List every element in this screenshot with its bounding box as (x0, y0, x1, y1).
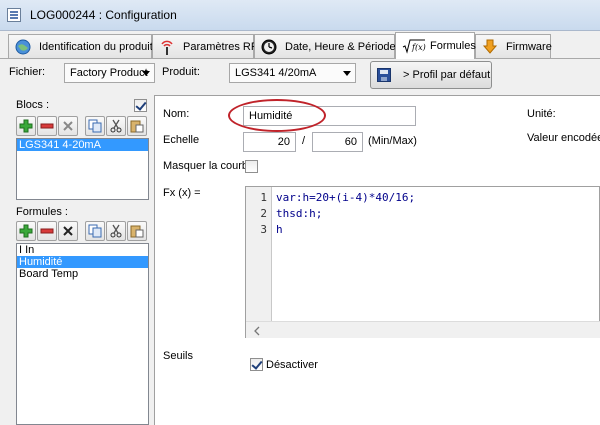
list-item[interactable]: I In (17, 244, 148, 256)
title-bar: LOG000244 : Configuration (0, 0, 600, 31)
plus-icon (19, 224, 33, 238)
hide-curve-checkbox[interactable] (245, 160, 258, 173)
default-profile-button[interactable]: > Profil par défaut (370, 61, 492, 89)
product-select[interactable]: LGS341 4/20mA (229, 63, 356, 83)
blocs-checkbox[interactable] (134, 99, 147, 112)
code-line[interactable]: thsd:h; (276, 207, 322, 220)
paste-bloc-button[interactable] (127, 116, 147, 136)
fx-label: Fx (x) = (163, 187, 201, 199)
code-line[interactable]: var:h=20+(i-4)*40/16; (276, 191, 415, 204)
floppy-disk-icon (377, 68, 391, 82)
horizontal-scrollbar[interactable] (246, 321, 600, 338)
copy-icon (88, 119, 102, 133)
sqrt-fx-icon: f(x) (402, 38, 426, 54)
globe-icon (15, 39, 31, 55)
hide-curve-label: Masquer la courbe (163, 160, 255, 172)
paste-icon (130, 120, 144, 133)
add-formula-button[interactable] (16, 221, 36, 241)
product-select-value: LGS341 4/20mA (235, 67, 317, 79)
copy-bloc-button[interactable] (85, 116, 105, 136)
scale-label: Echelle (163, 134, 200, 146)
tab-identification[interactable]: Identification du produit (8, 34, 153, 58)
tab-divider (0, 58, 600, 59)
window-title: LOG000244 : Configuration (30, 8, 177, 22)
clock-icon (261, 39, 277, 55)
code-line[interactable]: h (276, 223, 283, 236)
blocs-label: Blocs : (16, 99, 50, 111)
default-profile-label: > Profil par défaut (403, 69, 491, 81)
file-label: Fichier: (9, 66, 46, 78)
minus-icon (40, 123, 54, 129)
highlight-ellipse (228, 99, 326, 132)
tab-label: Date, Heure & Périodes (285, 40, 402, 53)
file-select-value: Factory Product (70, 67, 148, 79)
tab-rf-params[interactable]: Paramètres RF (152, 34, 258, 58)
tab-label: Firmware (506, 40, 552, 53)
paste-formula-button[interactable] (127, 221, 147, 241)
disable-thresholds-checkbox[interactable] (250, 358, 263, 371)
disable-label: Désactiver (266, 359, 318, 371)
formula-code-editor[interactable]: 1 2 3 var:h=20+(i-4)*40/16; thsd:h; h (245, 186, 600, 338)
scale-max-input[interactable]: 60 (312, 132, 363, 152)
close-icon (63, 226, 73, 236)
remove-bloc-button[interactable] (37, 116, 57, 136)
copy-formula-button[interactable] (85, 221, 105, 241)
svg-text:f(x): f(x) (411, 43, 426, 52)
paste-icon (130, 225, 144, 238)
scale-separator: / (302, 135, 306, 147)
tab-date-time[interactable]: Date, Heure & Périodes (254, 34, 401, 58)
line-number-gutter: 1 2 3 (246, 187, 272, 321)
line-number: 3 (260, 223, 267, 236)
thresholds-label: Seuils (163, 350, 193, 362)
scissors-icon (110, 224, 122, 238)
tab-formules[interactable]: f(x) Formules (395, 32, 476, 59)
download-arrow-icon (482, 39, 498, 55)
plus-icon (19, 119, 33, 133)
list-item[interactable]: Board Temp (17, 268, 148, 280)
tab-firmware[interactable]: Firmware (475, 34, 552, 58)
encoded-value-label: Valeur encodée (527, 132, 600, 144)
list-item[interactable]: LGS341 4-20mA (17, 139, 148, 151)
antenna-icon (159, 39, 175, 55)
tab-label: Formules (430, 40, 476, 52)
add-bloc-button[interactable] (16, 116, 36, 136)
tab-label: Identification du produit (39, 40, 153, 53)
product-label: Produit: (162, 66, 200, 78)
line-number: 1 (260, 191, 267, 204)
app-window-icon (7, 8, 21, 22)
scissors-icon (110, 119, 122, 133)
tab-label: Paramètres RF (183, 40, 258, 53)
remove-formula-button[interactable] (37, 221, 57, 241)
file-select[interactable]: Factory Product (64, 63, 155, 83)
unit-label: Unité: (527, 108, 556, 120)
close-icon (63, 121, 73, 131)
list-item[interactable]: Humidité (17, 256, 148, 268)
scale-unit-label: (Min/Max) (368, 135, 417, 147)
formules-label: Formules : (16, 206, 68, 218)
chevron-down-icon (343, 71, 351, 76)
cut-bloc-button[interactable] (106, 116, 126, 136)
copy-icon (88, 224, 102, 238)
tab-strip: Identification du produit Paramètres RF … (0, 31, 600, 59)
cut-formula-button[interactable] (106, 221, 126, 241)
minus-icon (40, 228, 54, 234)
scale-min-input[interactable]: 20 (243, 132, 296, 152)
delete-bloc-button[interactable] (58, 116, 78, 136)
scroll-left-icon (254, 326, 260, 336)
name-label: Nom: (163, 108, 190, 120)
chevron-down-icon (142, 71, 150, 76)
line-number: 2 (260, 207, 267, 220)
formules-list[interactable]: I In Humidité Board Temp (16, 243, 149, 425)
delete-formula-button[interactable] (58, 221, 78, 241)
blocs-list[interactable]: LGS341 4-20mA (16, 138, 149, 200)
